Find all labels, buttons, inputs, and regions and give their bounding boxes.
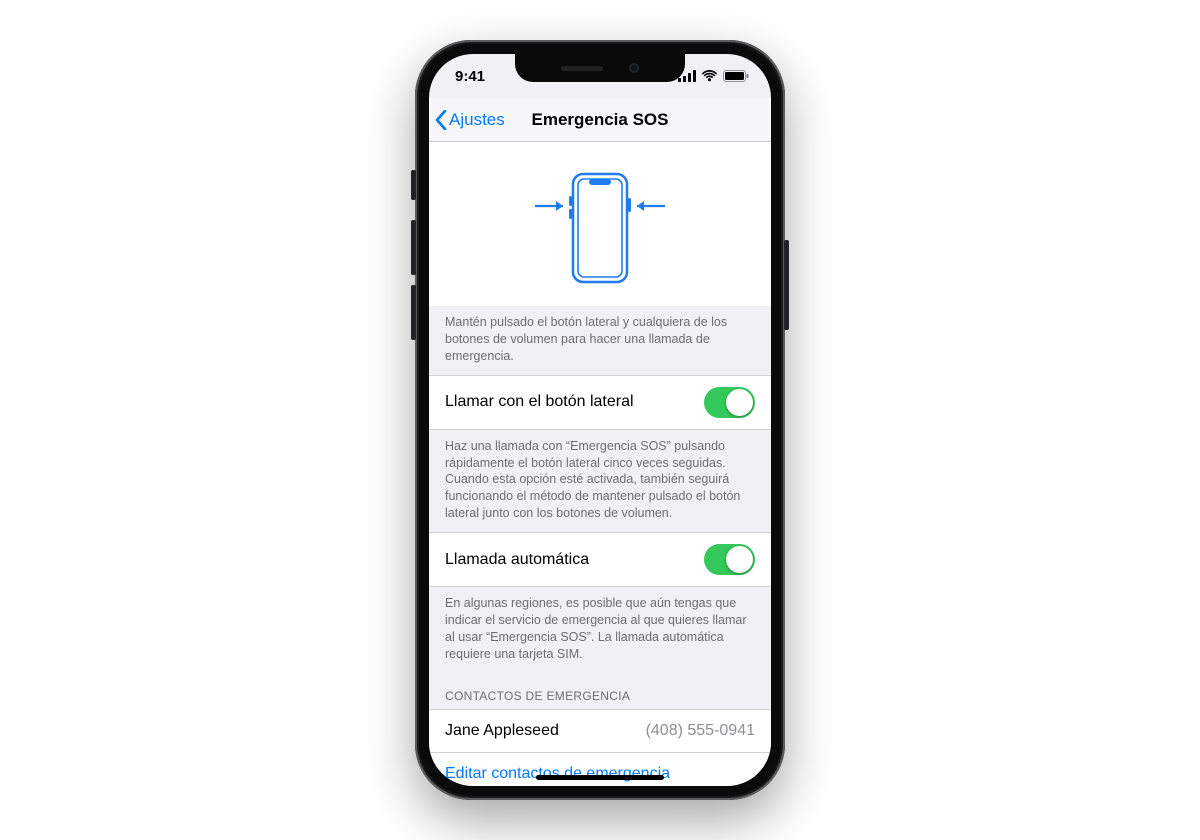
contact-phone: (408) 555-0941 <box>646 722 755 740</box>
setting1-description: Haz una llamada con “Emergencia SOS” pul… <box>429 430 771 532</box>
edit-contacts-label: Editar contactos de emergencia <box>445 765 670 783</box>
setting-call-with-side-button: Llamar con el botón lateral <box>429 375 771 430</box>
toggle-call-with-side-button[interactable] <box>704 387 755 418</box>
edit-emergency-contacts-button[interactable]: Editar contactos de emergencia <box>429 753 771 787</box>
illustration <box>429 142 771 306</box>
setting2-description: En algunas regiones, es posible que aún … <box>429 587 771 673</box>
setting-label: Llamada automática <box>445 551 589 569</box>
setting-label: Llamar con el botón lateral <box>445 393 634 411</box>
navigation-bar: Ajustes Emergencia SOS <box>429 98 771 142</box>
device-frame: 9:41 <box>415 40 785 800</box>
side-button <box>784 240 789 330</box>
volume-up <box>411 220 416 275</box>
chevron-left-icon <box>435 110 447 130</box>
back-button[interactable]: Ajustes <box>435 98 505 141</box>
home-indicator <box>536 775 664 780</box>
wifi-icon <box>701 70 718 82</box>
status-time: 9:41 <box>455 68 485 85</box>
battery-icon <box>723 70 749 82</box>
mute-switch <box>411 170 416 200</box>
contact-name: Jane Appleseed <box>445 722 559 740</box>
page-title: Emergencia SOS <box>531 110 668 130</box>
emergency-contact-row[interactable]: Jane Appleseed (408) 555-0941 <box>429 709 771 753</box>
emergency-contacts-header: CONTACTOS DE EMERGENCIA <box>429 673 771 709</box>
screen: 9:41 <box>429 54 771 786</box>
toggle-auto-call[interactable] <box>704 544 755 575</box>
device-notch <box>515 54 685 82</box>
volume-down <box>411 285 416 340</box>
content[interactable]: Mantén pulsado el botón lateral y cualqu… <box>429 142 771 786</box>
illustration-caption: Mantén pulsado el botón lateral y cualqu… <box>429 306 771 375</box>
setting-auto-call: Llamada automática <box>429 532 771 587</box>
back-label: Ajustes <box>449 110 505 130</box>
